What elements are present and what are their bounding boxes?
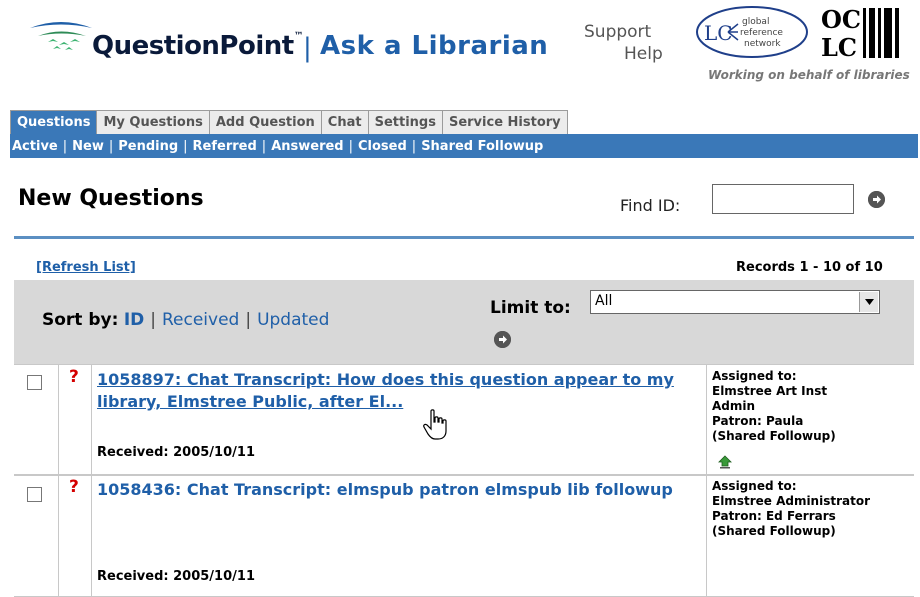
support-link[interactable]: Support	[584, 22, 651, 42]
row-assign-cell: Assigned to: Elmstree Art Inst Admin Pat…	[706, 365, 915, 475]
patron-name: Patron: Ed Ferrars	[712, 509, 836, 523]
row-flag-cell: ?	[59, 365, 92, 475]
followup-upload-icon[interactable]	[718, 455, 732, 469]
subnav-new[interactable]: New	[72, 139, 104, 154]
received-date: Received: 2005/10/11	[97, 445, 255, 460]
records-count: Records 1 - 10 of 10	[736, 260, 883, 275]
row-select-cell	[14, 365, 59, 475]
find-id-input[interactable]	[712, 184, 854, 214]
brand-name: QuestionPoint™	[92, 31, 304, 61]
row-flag-cell: ?	[59, 475, 92, 596]
arrow-right-icon	[494, 331, 511, 348]
lc-global-reference-logo: LC global reference network	[696, 6, 808, 58]
subnav-separator: |	[411, 138, 417, 154]
assignment-info: Assigned to: Elmstree Administrator Patr…	[712, 479, 872, 539]
svg-text:reference: reference	[740, 28, 783, 38]
subnav-active[interactable]: Active	[12, 139, 58, 154]
sort-filter-toolbar: Sort by: ID | Received | Updated Limit to: A…	[14, 280, 914, 364]
svg-text:LC: LC	[821, 33, 857, 62]
shared-followup-label: (Shared Followup)	[712, 429, 836, 443]
sort-separator: |	[245, 310, 252, 330]
brand-tagline: Ask a Librarian	[320, 31, 549, 61]
main-tabs: Questions My Questions Add Question Chat…	[10, 110, 568, 135]
tab-questions[interactable]: Questions	[10, 110, 98, 134]
subnav-closed[interactable]: Closed	[358, 139, 407, 154]
sort-by-label: Sort by:	[42, 310, 119, 330]
title-divider	[14, 236, 914, 239]
limit-to-label: Limit to:	[490, 298, 571, 318]
subnav-separator: |	[108, 138, 114, 154]
find-go-button[interactable]	[868, 191, 885, 208]
sort-id-link[interactable]: ID	[124, 310, 144, 330]
subnav-shared-followup[interactable]: Shared Followup	[421, 139, 543, 154]
row-checkbox[interactable]	[27, 375, 42, 390]
sort-received-link[interactable]: Received	[162, 310, 239, 330]
subnav-separator: |	[348, 138, 353, 154]
status-subnav: Active | New | Pending | Referred | Answered…	[10, 134, 918, 158]
question-flag-icon: ?	[69, 367, 79, 387]
tab-service-history[interactable]: Service History	[441, 110, 568, 134]
subnav-referred[interactable]: Referred	[193, 139, 257, 154]
app-header: QuestionPoint™ | Ask a Librarian Support…	[0, 0, 920, 110]
hand-cursor-icon	[423, 409, 447, 440]
row-assign-cell: Assigned to: Elmstree Administrator Patr…	[706, 475, 915, 596]
svg-text:OC: OC	[821, 5, 861, 34]
table-row: ? 1058436: Chat Transcript: elmspub patr…	[14, 474, 914, 597]
arrow-right-icon	[868, 191, 885, 208]
oclc-logo: OC LC	[821, 5, 899, 62]
assigned-label: Assigned to:	[712, 369, 797, 383]
question-title-link[interactable]: 1058897: Chat Transcript: How does this …	[97, 369, 697, 413]
question-title-link[interactable]: 1058436: Chat Transcript: elmspub patron…	[97, 479, 697, 501]
subnav-pending[interactable]: Pending	[118, 139, 178, 154]
tab-chat[interactable]: Chat	[320, 110, 369, 134]
row-checkbox[interactable]	[27, 487, 42, 502]
row-main-cell: 1058897: Chat Transcript: How does this …	[92, 365, 706, 475]
find-id-label: Find ID:	[620, 196, 681, 215]
svg-text:global: global	[742, 17, 769, 27]
assigned-to: Elmstree Art Inst Admin	[712, 384, 828, 413]
assignment-info: Assigned to: Elmstree Art Inst Admin Pat…	[712, 369, 872, 444]
tab-settings[interactable]: Settings	[367, 110, 443, 134]
chevron-down-icon[interactable]	[859, 292, 878, 312]
received-date: Received: 2005/10/11	[97, 569, 255, 584]
assigned-to: Elmstree Administrator	[712, 494, 871, 508]
sort-updated-link[interactable]: Updated	[257, 310, 329, 330]
table-row: ? 1058897: Chat Transcript: How does thi…	[14, 364, 914, 476]
sort-by-group: Sort by: ID | Received | Updated	[42, 310, 329, 330]
subnav-separator: |	[261, 138, 267, 154]
row-select-cell	[14, 475, 59, 596]
row-main-cell: 1058436: Chat Transcript: elmspub patron…	[92, 475, 706, 596]
subnav-answered[interactable]: Answered	[271, 139, 343, 154]
limit-to-select[interactable]: All	[590, 290, 880, 314]
svg-text:network: network	[744, 39, 781, 49]
question-flag-icon: ?	[69, 477, 79, 497]
subnav-separator: |	[183, 138, 188, 154]
patron-name: Patron: Paula	[712, 414, 804, 428]
refresh-list-link[interactable]: [Refresh List]	[36, 260, 136, 275]
page-title: New Questions	[18, 186, 204, 211]
birds-logo-icon	[30, 22, 92, 50]
shared-followup-label: (Shared Followup)	[712, 524, 836, 538]
oclc-tagline: Working on behalf of libraries	[708, 68, 910, 82]
tab-my-questions[interactable]: My Questions	[96, 110, 210, 134]
sort-separator: |	[150, 310, 156, 330]
assigned-label: Assigned to:	[712, 479, 797, 493]
subnav-separator: |	[62, 138, 68, 154]
limit-go-button[interactable]	[494, 331, 511, 348]
help-link[interactable]: Help	[624, 44, 663, 64]
tab-add-question[interactable]: Add Question	[208, 110, 322, 134]
limit-to-value: All	[595, 293, 613, 309]
brand-separator: |	[303, 33, 312, 63]
